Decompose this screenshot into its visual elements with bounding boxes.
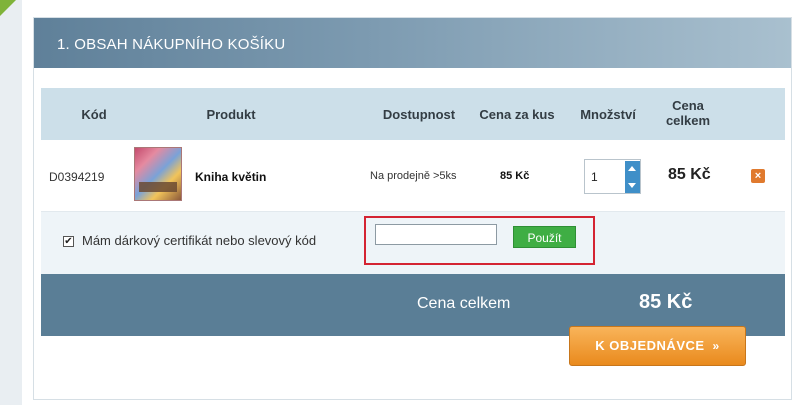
left-strip (0, 0, 22, 405)
table-row: D0394219 Kniha květin Na prodejně >5ks 8… (41, 140, 785, 212)
corner-mark (0, 0, 16, 16)
col-code: Kód (81, 107, 107, 122)
proceed-to-order-button[interactable]: K OBJEDNÁVCE » (569, 326, 746, 366)
item-product-name[interactable]: Kniha květin (195, 170, 266, 184)
double-chevron-down-icon: » (712, 339, 720, 353)
voucher-checkbox[interactable]: ✔ (63, 236, 74, 247)
remove-item-icon[interactable]: × (751, 169, 765, 183)
col-total-line2: celkem (665, 113, 711, 128)
quantity-down-button[interactable] (625, 177, 640, 193)
order-button-label: K OBJEDNÁVCE (595, 338, 705, 353)
quantity-up-button[interactable] (625, 161, 640, 177)
col-total-line1: Cena (672, 98, 704, 113)
apply-voucher-button[interactable]: Použít (513, 226, 576, 248)
voucher-label[interactable]: Mám dárkový certifikát nebo slevový kód (82, 233, 316, 248)
col-availability: Dostupnost (382, 107, 456, 122)
col-quantity: Množství (580, 107, 636, 122)
voucher-code-input[interactable] (375, 224, 497, 245)
quantity-stepper (584, 159, 641, 194)
col-product: Produkt (206, 107, 256, 122)
item-code: D0394219 (49, 170, 105, 184)
voucher-row: ✔ Mám dárkový certifikát nebo slevový kó… (41, 212, 785, 274)
item-availability: Na prodejně >5ks (370, 170, 457, 182)
chevron-down-icon (628, 183, 636, 188)
chevron-up-icon (628, 166, 636, 171)
cart-title: 1. OBSAH NÁKUPNÍHO KOŠÍKU (57, 36, 286, 53)
item-unit-price: 85 Kč (500, 170, 530, 182)
table-header: Kód Produkt Dostupnost Cena za kus Množs… (41, 88, 785, 140)
total-value: 85 Kč (639, 291, 693, 313)
col-total: Cena celkem (651, 98, 725, 128)
cart-page: 1. OBSAH NÁKUPNÍHO KOŠÍKU Kód Produkt Do… (0, 0, 800, 405)
product-thumbnail[interactable] (134, 147, 182, 201)
total-label: Cena celkem (417, 295, 511, 312)
item-total: 85 Kč (668, 166, 711, 183)
quantity-input[interactable] (591, 169, 619, 185)
col-unit-price: Cena za kus (479, 107, 555, 122)
cart-header: 1. OBSAH NÁKUPNÍHO KOŠÍKU (34, 18, 791, 68)
